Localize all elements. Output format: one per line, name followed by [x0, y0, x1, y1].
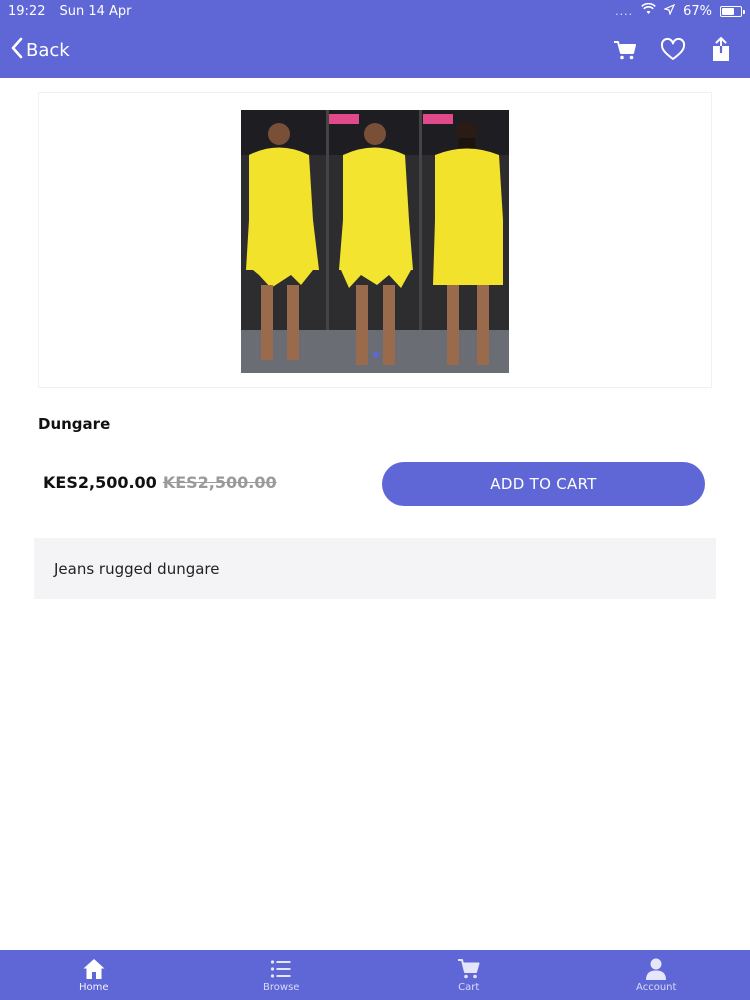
- status-time: 19:22: [8, 3, 46, 19]
- product-description-text: Jeans rugged dungare: [54, 559, 220, 578]
- tab-browse[interactable]: Browse: [188, 950, 376, 1000]
- tab-home[interactable]: Home: [0, 950, 188, 1000]
- product-title: Dungare: [38, 415, 111, 433]
- price-row: KES2,500.00 KES2,500.00: [43, 473, 277, 492]
- list-icon: [269, 957, 293, 981]
- heart-icon[interactable]: [660, 37, 686, 63]
- original-price: KES2,500.00: [162, 473, 277, 492]
- tab-label: Cart: [458, 982, 480, 993]
- home-icon: [82, 957, 106, 981]
- tab-cart[interactable]: Cart: [375, 950, 563, 1000]
- tab-label: Home: [78, 982, 109, 993]
- back-button[interactable]: Back: [10, 37, 70, 64]
- product-description: Jeans rugged dungare: [34, 538, 716, 599]
- cart-icon: [457, 957, 481, 981]
- carousel-indicator-dot[interactable]: [373, 352, 379, 358]
- tab-label: Account: [636, 982, 677, 993]
- share-icon[interactable]: [708, 37, 734, 63]
- battery-percent: 67%: [683, 3, 712, 19]
- chevron-left-icon: [10, 37, 24, 64]
- status-date: Sun 14 Apr: [59, 3, 132, 19]
- cart-icon[interactable]: [612, 37, 638, 63]
- signal-indicator: ....: [615, 4, 634, 18]
- product-image[interactable]: [241, 110, 509, 373]
- product-image-carousel[interactable]: [38, 92, 712, 388]
- wifi-icon: [641, 2, 656, 19]
- status-bar: 19:22 Sun 14 Apr .... 67%: [0, 0, 750, 22]
- tab-label: Browse: [263, 982, 300, 993]
- tab-bar: Home Browse Cart Account: [0, 950, 750, 1000]
- tab-account[interactable]: Account: [563, 950, 750, 1000]
- battery-icon: [720, 5, 745, 17]
- add-to-cart-button[interactable]: ADD TO CART: [382, 462, 705, 506]
- back-label: Back: [26, 39, 70, 61]
- navigation-bar: Back: [0, 22, 750, 78]
- location-icon: [663, 3, 676, 19]
- current-price: KES2,500.00: [43, 473, 157, 492]
- user-icon: [644, 957, 668, 981]
